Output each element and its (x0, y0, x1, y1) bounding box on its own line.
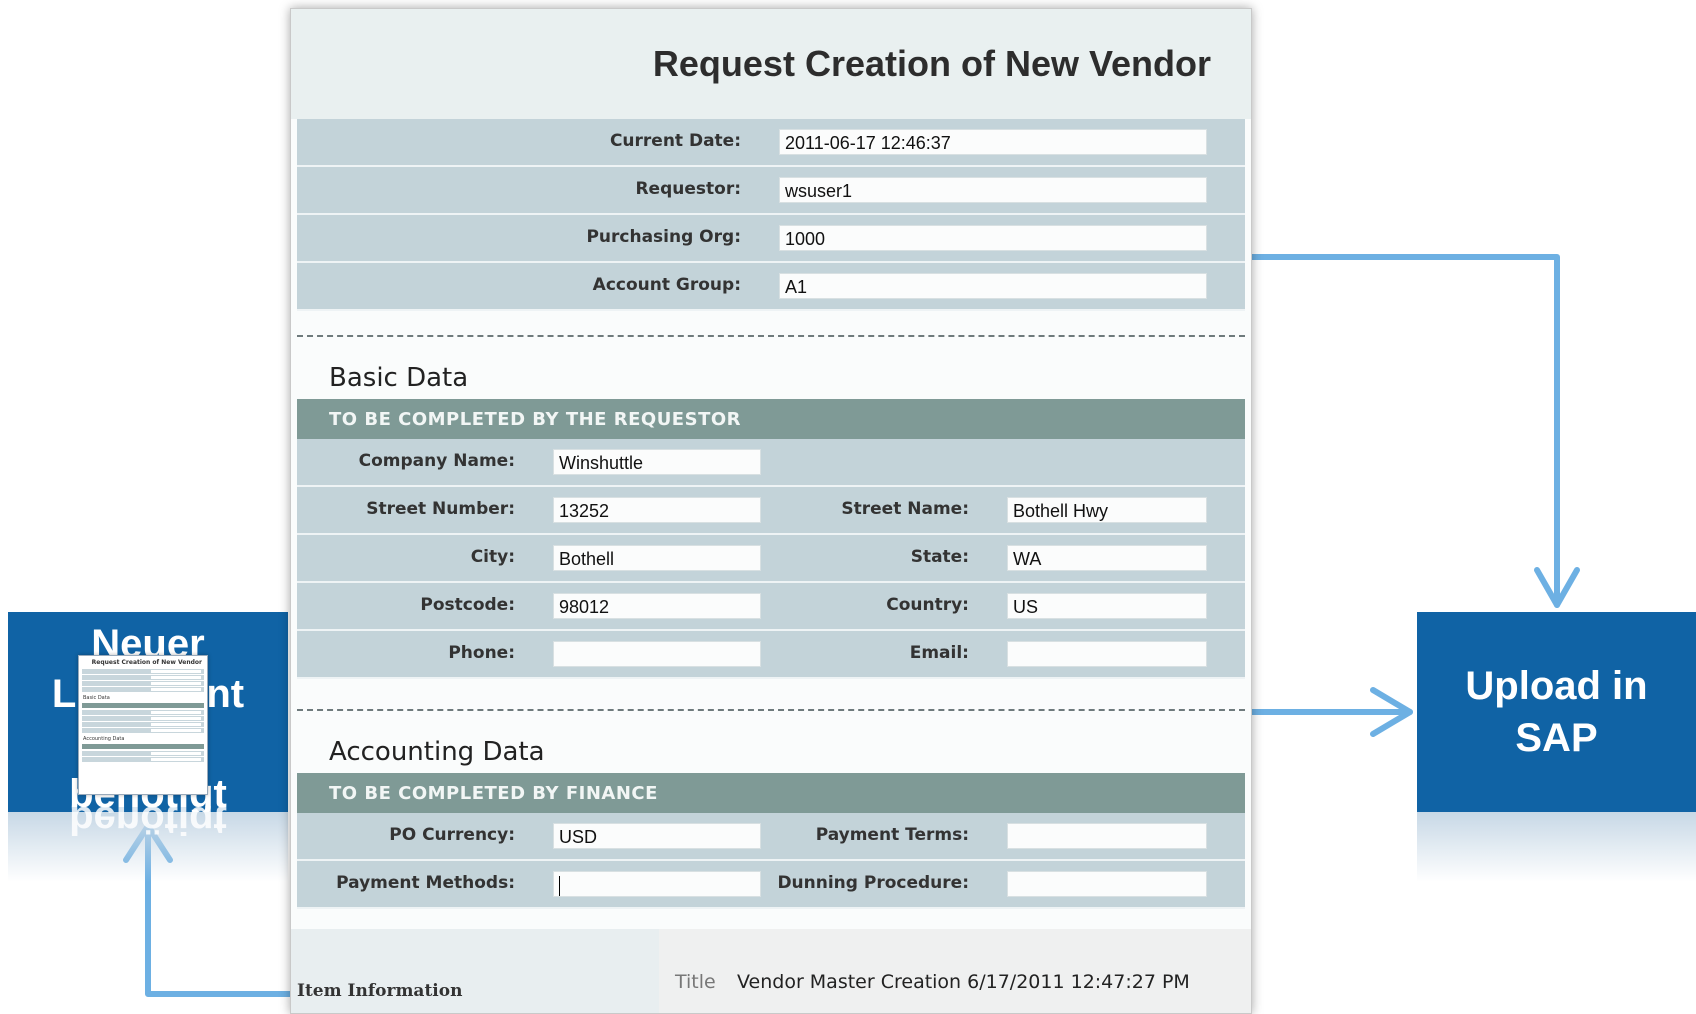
thumbnail-section-title: Accounting Data (83, 736, 125, 742)
section-divider (297, 335, 1245, 337)
thumbnail-row (82, 669, 204, 674)
accounting-data-title: Accounting Data (329, 737, 545, 767)
thumbnail-row (82, 757, 204, 762)
state-field[interactable]: WA (1007, 545, 1207, 571)
phone-label: Phone: (448, 643, 515, 663)
left-box-reflection-text: benötigt (69, 806, 227, 842)
payment-terms-field[interactable] (1007, 823, 1207, 849)
po-currency-label: PO Currency: (389, 825, 515, 845)
requestor-band: TO BE COMPLETED BY THE REQUESTOR (297, 399, 1245, 439)
street-row: Street Number: 13252 Street Name: Bothel… (297, 487, 1245, 535)
left-box-line2-start: L (51, 672, 77, 716)
city-label: City: (470, 547, 515, 567)
phone-field[interactable] (553, 641, 761, 667)
street-number-field[interactable]: 13252 (553, 497, 761, 523)
country-field[interactable]: US (1007, 593, 1207, 619)
postcode-field[interactable]: 98012 (553, 593, 761, 619)
currency-terms-row: PO Currency: USD Payment Terms: (297, 813, 1245, 861)
thumbnail-row (82, 687, 204, 692)
form-title: Request Creation of New Vendor (652, 43, 1211, 84)
requestor-label: Requestor: (635, 179, 741, 199)
street-number-label: Street Number: (366, 499, 515, 519)
dunning-procedure-label: Dunning Procedure: (777, 873, 969, 893)
payment-methods-field[interactable] (553, 871, 761, 897)
country-label: Country: (886, 595, 969, 615)
email-field[interactable] (1007, 641, 1207, 667)
item-information-label: Item Information (297, 981, 463, 1001)
section-divider (297, 709, 1245, 711)
email-label: Email: (909, 643, 969, 663)
thumbnail-band (82, 744, 204, 749)
current-date-field[interactable]: 2011-06-17 12:46:37 (779, 129, 1207, 155)
purchasing-org-row: Purchasing Org: 1000 (297, 215, 1245, 263)
thumbnail-title: Request Creation of New Vendor (91, 659, 202, 666)
thumbnail-row (82, 681, 204, 686)
right-box-line2: SAP (1515, 716, 1598, 760)
current-date-row: Current Date: 2011-06-17 12:46:37 (297, 119, 1245, 167)
finance-band: TO BE COMPLETED BY FINANCE (297, 773, 1245, 813)
thumbnail-row (82, 722, 204, 727)
thumbnail-row (82, 751, 204, 756)
payment-methods-label: Payment Methods: (336, 873, 515, 893)
requestor-band-text: TO BE COMPLETED BY THE REQUESTOR (329, 409, 742, 430)
account-group-field[interactable]: A1 (779, 273, 1207, 299)
account-group-row: Account Group: A1 (297, 263, 1245, 311)
finance-band-text: TO BE COMPLETED BY FINANCE (329, 783, 658, 804)
city-field[interactable]: Bothell (553, 545, 761, 571)
item-information-label-column (291, 929, 659, 1013)
item-title-key: Title (675, 971, 716, 993)
upload-in-sap-box: Upload in SAP (1417, 612, 1696, 812)
phone-email-row: Phone: Email: (297, 631, 1245, 679)
arrow-form-to-sap-top (1247, 254, 1560, 608)
company-name-label: Company Name: (358, 451, 515, 471)
left-box-reflection: benötigt (8, 806, 288, 882)
street-name-field[interactable]: Bothell Hwy (1007, 497, 1207, 523)
right-box-line1: Upload in (1465, 664, 1648, 708)
account-group-label: Account Group: (592, 275, 741, 295)
payment-terms-label: Payment Terms: (815, 825, 969, 845)
state-label: State: (910, 547, 969, 567)
thumbnail-row (82, 728, 204, 733)
thumbnail-row (82, 675, 204, 680)
form-header: Request Creation of New Vendor (291, 9, 1251, 119)
thumbnail-section-title: Basic Data (83, 695, 110, 701)
company-name-field[interactable]: Winshuttle (553, 449, 761, 475)
thumbnail-band (82, 703, 204, 708)
current-date-label: Current Date: (609, 131, 741, 151)
postcode-country-row: Postcode: 98012 Country: US (297, 583, 1245, 631)
left-box-line2-end: nt (206, 672, 245, 716)
right-box-reflection (1417, 812, 1696, 882)
thumbnail-row (82, 710, 204, 715)
item-information-panel: Item Information Title Vendor Master Cre… (291, 929, 1251, 1013)
requestor-row: Requestor: wsuser1 (297, 167, 1245, 215)
requestor-field[interactable]: wsuser1 (779, 177, 1207, 203)
item-title-value: Vendor Master Creation 6/17/2011 12:47:2… (737, 971, 1190, 993)
po-currency-field[interactable]: USD (553, 823, 761, 849)
purchasing-org-field[interactable]: 1000 (779, 225, 1207, 251)
dunning-procedure-field[interactable] (1007, 871, 1207, 897)
company-name-row: Company Name: Winshuttle (297, 439, 1245, 487)
form-thumbnail: Request Creation of New Vendor Basic Dat… (78, 655, 208, 795)
city-state-row: City: Bothell State: WA (297, 535, 1245, 583)
postcode-label: Postcode: (420, 595, 515, 615)
street-name-label: Street Name: (841, 499, 969, 519)
thumbnail-row (82, 716, 204, 721)
methods-dunning-row: Payment Methods: Dunning Procedure: (297, 861, 1245, 909)
basic-data-title: Basic Data (329, 363, 469, 393)
vendor-request-form: Request Creation of New Vendor Current D… (290, 8, 1252, 1014)
purchasing-org-label: Purchasing Org: (586, 227, 741, 247)
